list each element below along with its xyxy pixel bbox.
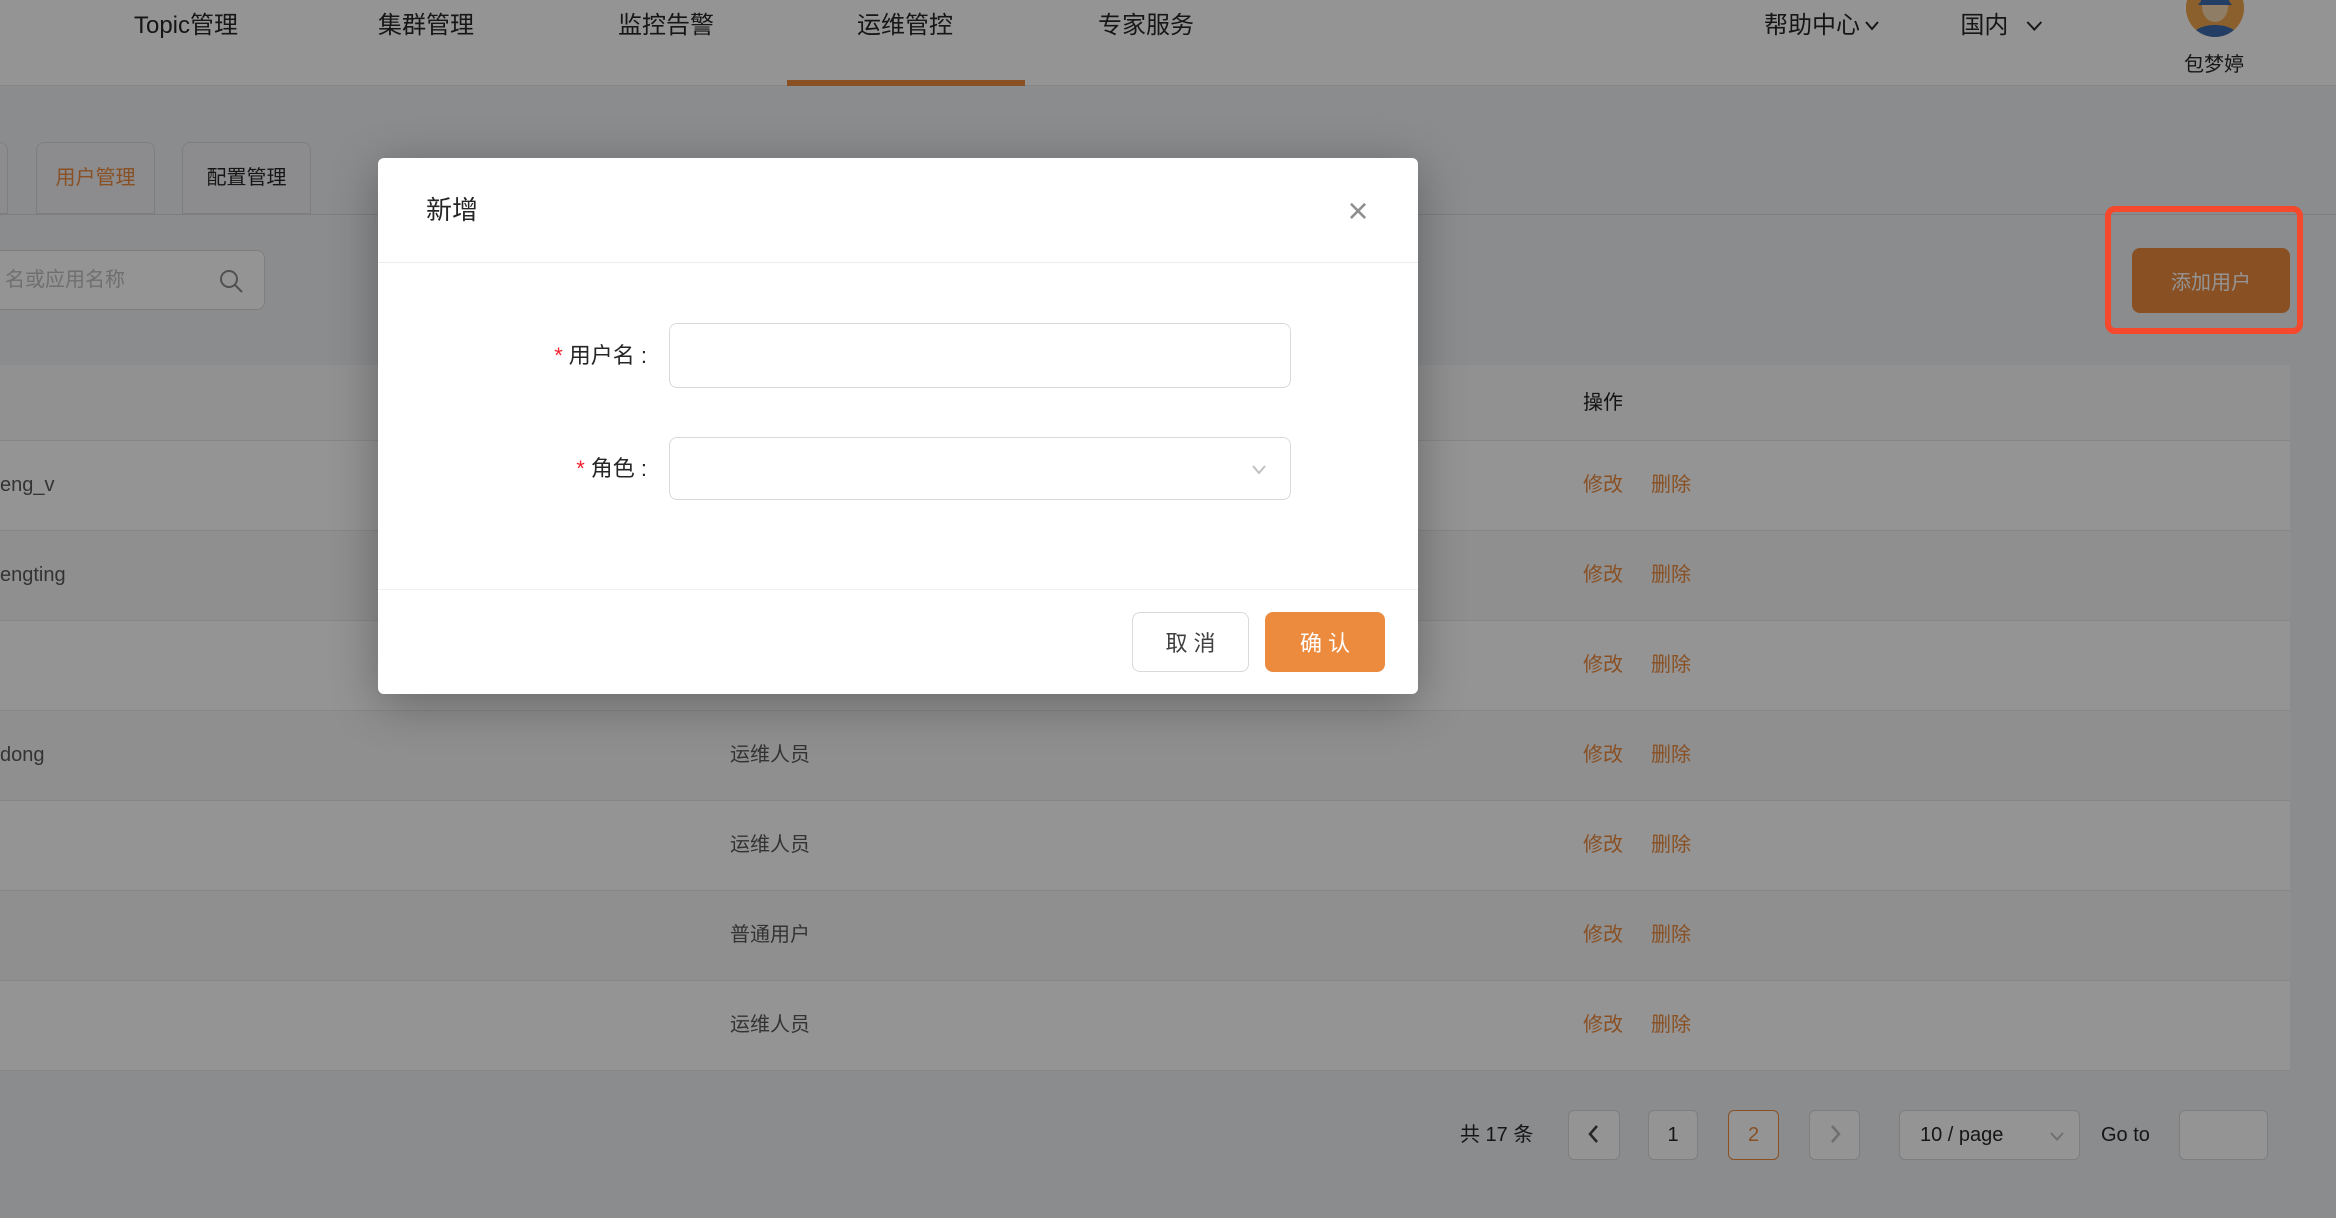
modal-footer-divider (378, 589, 1418, 590)
role-field-label: *角色 : (378, 437, 647, 500)
modal-title: 新增 (426, 158, 478, 263)
add-user-modal: 新增 × *用户名 : *角色 : 取 消 确 认 (378, 158, 1418, 694)
required-mark: * (576, 456, 585, 481)
username-field-label: *用户名 : (378, 323, 647, 388)
cancel-button[interactable]: 取 消 (1132, 612, 1249, 672)
page: Topic管理 集群管理 监控告警 运维管控 专家服务 帮助中心 国内 包梦婷 … (0, 0, 2336, 1218)
annotation-highlight-box (2105, 206, 2303, 334)
close-icon[interactable]: × (1326, 158, 1390, 263)
modal-header: 新增 × (378, 158, 1418, 263)
role-select[interactable] (669, 437, 1291, 500)
required-mark: * (554, 343, 563, 368)
username-field[interactable] (669, 323, 1291, 388)
confirm-button[interactable]: 确 认 (1265, 612, 1385, 672)
